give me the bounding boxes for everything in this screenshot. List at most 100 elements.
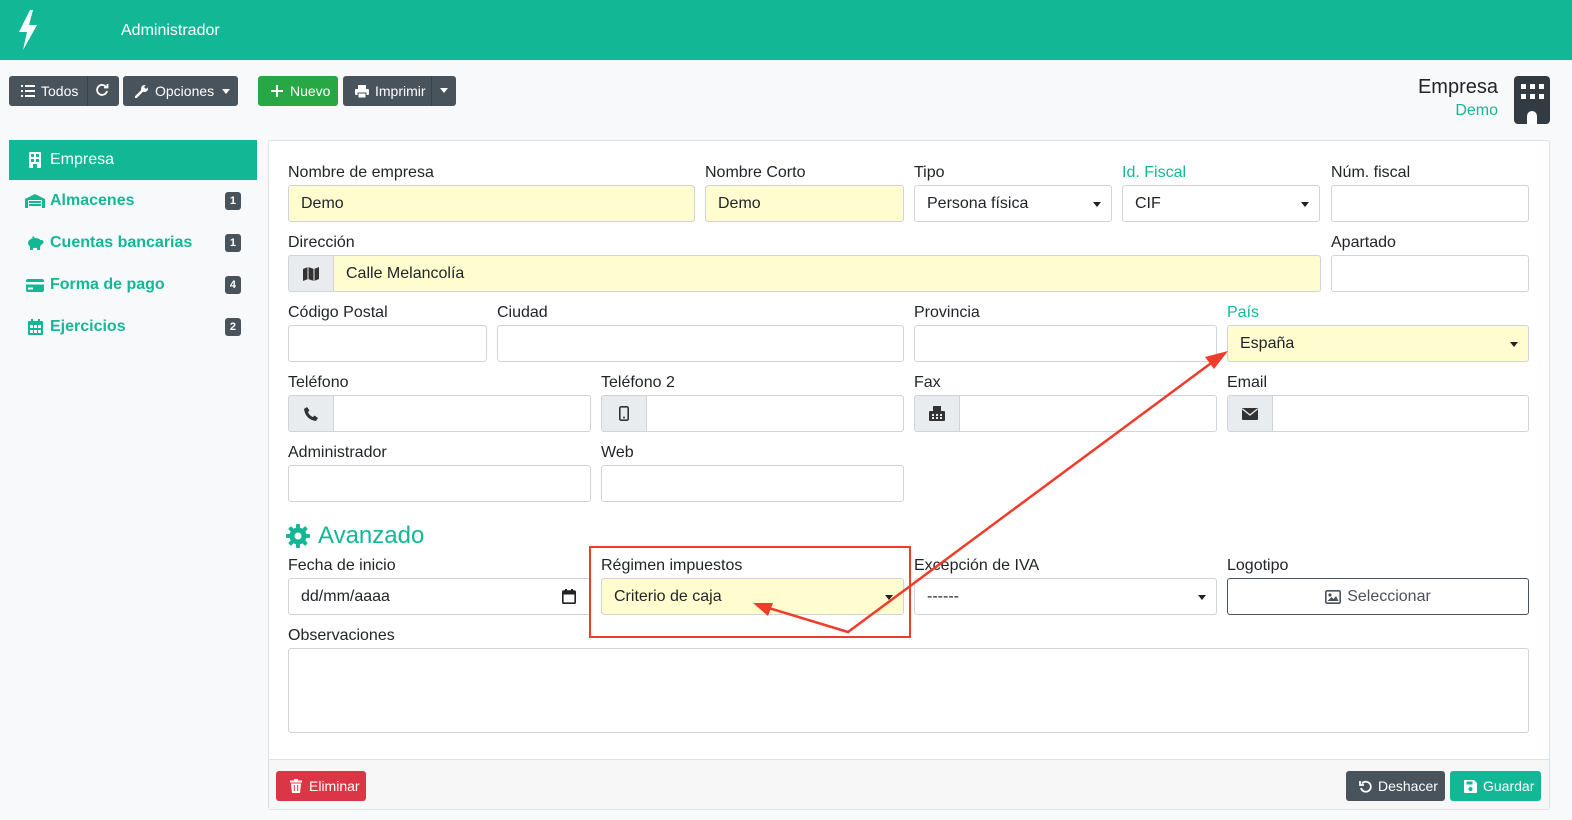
observations-textarea[interactable] <box>288 648 1529 733</box>
sidebar-item-label: Forma de pago <box>50 276 165 293</box>
todos-button[interactable]: Todos <box>9 76 119 106</box>
highlight-box <box>589 546 911 638</box>
sidebar-item-empresa[interactable]: Empresa <box>9 140 257 180</box>
field-label: Email <box>1227 374 1268 391</box>
field-label: Fax <box>914 374 941 391</box>
caret-down-icon[interactable] <box>440 88 448 93</box>
administrator-input[interactable] <box>288 465 591 502</box>
field-label: Web <box>601 444 634 461</box>
field-label: Administrador <box>288 444 387 461</box>
field-label: Dirección <box>288 234 355 251</box>
opciones-button[interactable]: Opciones <box>123 76 238 106</box>
save-button[interactable]: Guardar <box>1450 771 1541 801</box>
print-icon <box>353 84 371 98</box>
todos-label: Todos <box>41 83 79 99</box>
envelope-icon <box>1227 395 1273 432</box>
short-name-input[interactable]: Demo <box>705 185 904 222</box>
calendar-icon <box>25 319 45 335</box>
imprimir-label: Imprimir <box>375 83 426 99</box>
section-title-text: Avanzado <box>318 522 425 549</box>
date-placeholder: dd/mm/aaaa <box>301 587 390 605</box>
piggy-bank-icon <box>25 236 45 250</box>
gear-icon <box>286 524 310 548</box>
city-input[interactable] <box>497 325 904 362</box>
count-badge: 2 <box>224 318 241 336</box>
undo-button[interactable]: Deshacer <box>1346 771 1445 801</box>
page-title: Empresa <box>1417 76 1498 98</box>
sidebar: Empresa Almacenes 1 Cuentas bancarias 1 … <box>9 140 257 348</box>
field-label: Núm. fiscal <box>1331 164 1411 181</box>
section-title-avanzado: Avanzado <box>286 522 424 550</box>
company-name-input[interactable]: Demo <box>288 185 695 222</box>
id-fiscal-link[interactable]: Id. Fiscal <box>1122 164 1186 182</box>
page-subtitle[interactable]: Demo <box>1455 102 1498 120</box>
email-input[interactable] <box>1272 395 1529 432</box>
undo-label: Deshacer <box>1378 778 1438 794</box>
field-label: Teléfono 2 <box>601 374 675 391</box>
select-logo-label: Seleccionar <box>1347 587 1431 605</box>
select-logo-button[interactable]: Seleccionar <box>1227 578 1529 615</box>
imprimir-button[interactable]: Imprimir <box>343 76 456 106</box>
bolt-icon[interactable] <box>16 10 40 50</box>
id-fiscal-select[interactable]: CIF <box>1122 185 1320 222</box>
field-label: Fecha de inicio <box>288 557 396 574</box>
apartado-input[interactable] <box>1331 255 1529 292</box>
country-select[interactable]: España <box>1227 325 1529 362</box>
warehouse-icon <box>25 194 45 208</box>
tipo-select[interactable]: Persona física <box>914 185 1112 222</box>
map-icon <box>288 255 334 292</box>
credit-card-icon <box>25 278 45 292</box>
field-label: Código Postal <box>288 304 388 321</box>
postal-code-input[interactable] <box>288 325 487 362</box>
field-label: Provincia <box>914 304 980 321</box>
mobile-icon <box>601 395 647 432</box>
delete-button[interactable]: Eliminar <box>276 771 366 801</box>
phone-input[interactable] <box>333 395 591 432</box>
sidebar-item-label: Almacenes <box>50 192 135 209</box>
wrench-icon <box>133 84 151 98</box>
top-navbar: Administrador <box>0 0 1572 60</box>
field-label: Teléfono <box>288 374 349 391</box>
nuevo-label: Nuevo <box>290 83 331 99</box>
phone2-input[interactable] <box>646 395 904 432</box>
calendar-icon[interactable] <box>562 589 576 609</box>
save-label: Guardar <box>1483 778 1535 794</box>
building-icon <box>1514 76 1550 124</box>
building-icon <box>25 152 45 168</box>
pais-link[interactable]: País <box>1227 304 1259 322</box>
province-input[interactable] <box>914 325 1217 362</box>
sidebar-item-label: Cuentas bancarias <box>50 234 193 251</box>
app-title[interactable]: Administrador <box>121 22 220 40</box>
divider <box>87 76 88 106</box>
sidebar-item-label: Ejercicios <box>50 318 126 335</box>
nuevo-button[interactable]: Nuevo <box>258 76 338 106</box>
save-icon <box>1461 779 1479 793</box>
sidebar-item-ejercicios[interactable]: Ejercicios 2 <box>9 306 257 348</box>
count-badge: 4 <box>224 276 241 294</box>
start-date-input[interactable]: dd/mm/aaaa <box>288 578 591 615</box>
sidebar-item-cuentas-bancarias[interactable]: Cuentas bancarias 1 <box>9 222 257 264</box>
vat-exception-select[interactable]: ------ <box>914 578 1217 615</box>
field-label: Logotipo <box>1227 557 1289 574</box>
phone-icon <box>288 395 334 432</box>
list-icon <box>19 85 37 97</box>
caret-down-icon <box>222 88 231 94</box>
field-label: Excepción de IVA <box>914 557 1040 574</box>
web-input[interactable] <box>601 465 904 502</box>
sidebar-item-label: Empresa <box>50 151 115 168</box>
refresh-icon[interactable] <box>95 83 109 100</box>
num-fiscal-input[interactable] <box>1331 185 1529 222</box>
sidebar-item-almacenes[interactable]: Almacenes 1 <box>9 180 257 222</box>
undo-icon <box>1356 780 1374 793</box>
field-label: Apartado <box>1331 234 1396 251</box>
divider <box>431 76 432 106</box>
delete-label: Eliminar <box>309 778 360 794</box>
fax-input[interactable] <box>959 395 1217 432</box>
sidebar-item-forma-de-pago[interactable]: Forma de pago 4 <box>9 264 257 306</box>
plus-icon <box>268 85 286 97</box>
address-input[interactable]: Calle Melancolía <box>333 255 1321 292</box>
field-label: Ciudad <box>497 304 548 321</box>
field-label: Tipo <box>914 164 945 181</box>
field-label: Nombre de empresa <box>288 164 434 181</box>
trash-icon <box>287 779 305 793</box>
